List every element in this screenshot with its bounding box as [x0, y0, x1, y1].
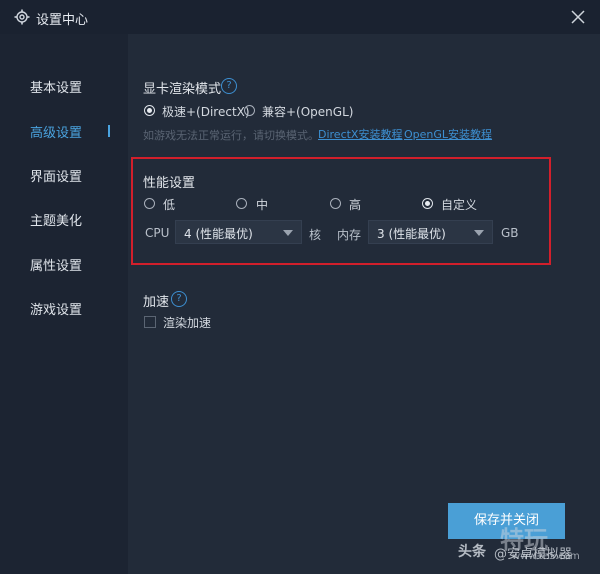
radio-perf-custom-label: 自定义	[441, 198, 478, 212]
render-mode-title: 显卡渲染模式	[143, 82, 222, 97]
cpu-select[interactable]: 4 (性能最优)	[175, 220, 302, 244]
active-indicator	[108, 125, 110, 137]
render-acceleration-checkbox[interactable]	[144, 316, 156, 328]
radio-perf-low[interactable]	[144, 198, 155, 209]
sidebar-item-properties[interactable]: 属性设置	[30, 255, 82, 274]
watermark-site-logo: 特玩	[500, 526, 548, 554]
sidebar: 基本设置 高级设置 界面设置 主题美化 属性设置 游戏设置	[0, 34, 128, 574]
chevron-down-icon	[474, 230, 484, 236]
render-mode-hint: 如游戏无法正常运行，请切换模式。	[143, 129, 319, 142]
watermark-toutiao: 头条	[458, 544, 486, 560]
sidebar-item-game[interactable]: 游戏设置	[30, 299, 82, 318]
render-mode-help-icon[interactable]: ?	[221, 78, 237, 94]
radio-perf-high-label: 高	[349, 198, 362, 212]
opengl-tutorial-link[interactable]: OpenGL安装教程	[404, 126, 492, 142]
watermark-site-url: www.te5.com	[512, 551, 580, 562]
acceleration-title: 加速	[143, 295, 170, 310]
memory-label: 内存	[337, 228, 362, 242]
radio-directx[interactable]	[144, 105, 155, 116]
radio-perf-medium-label: 中	[256, 198, 269, 212]
memory-select[interactable]: 3 (性能最优)	[368, 220, 493, 244]
radio-perf-low-label: 低	[163, 198, 176, 212]
sidebar-item-advanced[interactable]: 高级设置	[30, 122, 82, 141]
radio-opengl-label: 兼容+(OpenGL)	[262, 105, 354, 119]
radio-opengl[interactable]	[244, 105, 255, 116]
chevron-down-icon	[283, 230, 293, 236]
window-title: 设置中心	[36, 13, 89, 28]
radio-directx-label: 极速+(DirectX)	[162, 105, 250, 119]
sidebar-item-theme[interactable]: 主题美化	[30, 210, 82, 229]
title-bar: 设置中心	[0, 0, 600, 34]
memory-select-value: 3 (性能最优)	[377, 227, 446, 241]
radio-perf-custom[interactable]	[422, 198, 433, 209]
cpu-unit-label: 核	[309, 228, 322, 242]
memory-unit-label: GB	[501, 226, 519, 240]
sidebar-item-interface[interactable]: 界面设置	[30, 166, 82, 185]
radio-perf-high[interactable]	[330, 198, 341, 209]
directx-tutorial-link[interactable]: DirectX安装教程	[318, 126, 402, 142]
radio-perf-medium[interactable]	[236, 198, 247, 209]
close-icon[interactable]	[568, 7, 588, 27]
render-acceleration-label: 渲染加速	[163, 316, 212, 330]
cpu-select-value: 4 (性能最优)	[184, 227, 253, 241]
gear-icon	[14, 9, 30, 25]
acceleration-help-icon[interactable]: ?	[171, 291, 187, 307]
sidebar-item-basic[interactable]: 基本设置	[30, 77, 82, 96]
performance-title: 性能设置	[143, 176, 196, 191]
cpu-label: CPU	[145, 226, 170, 240]
